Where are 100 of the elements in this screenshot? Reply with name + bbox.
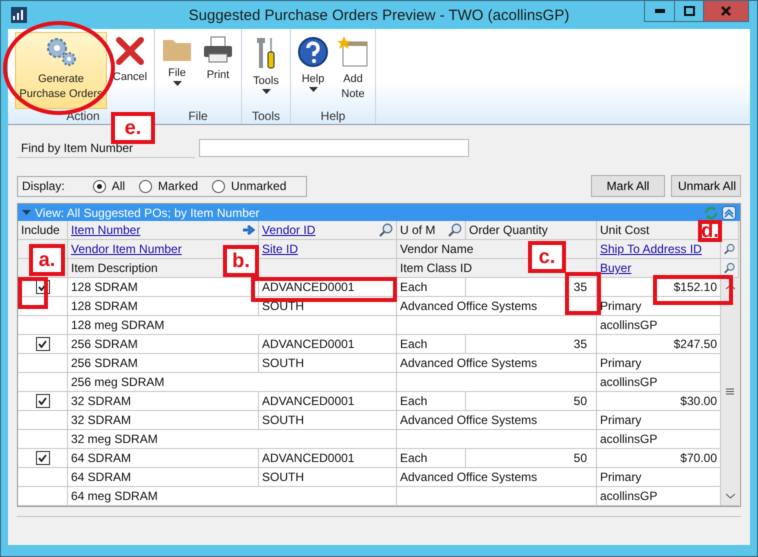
radio-option[interactable]: All	[92, 179, 126, 193]
table-cell: 32 meg SDRAM	[68, 430, 397, 449]
radio-option[interactable]: Unmarked	[212, 179, 286, 193]
group-label: File	[188, 109, 208, 124]
table-cell: 64 SDRAM	[68, 468, 259, 487]
minimize-icon[interactable]	[654, 9, 664, 13]
table-cell: $30.00	[597, 392, 721, 411]
callout-label: a.	[29, 244, 65, 276]
group-label: Help	[320, 109, 346, 124]
table-cell: 64 SDRAM	[68, 449, 259, 468]
table-cell: 32 SDRAM	[68, 411, 259, 430]
group-label: Tools	[252, 109, 280, 124]
column-header-link[interactable]: Site ID	[262, 242, 298, 256]
find-field[interactable]	[199, 139, 469, 157]
include-checkbox[interactable]	[36, 337, 50, 351]
table-cell: acollinsGP	[597, 430, 721, 449]
column-header: Include	[21, 223, 60, 237]
column-header-link[interactable]: Item Number	[71, 223, 140, 237]
table-cell: SOUTH	[259, 468, 397, 487]
table-cell: 128 SDRAM	[68, 297, 259, 316]
column-header-link[interactable]: Vendor Item Number	[71, 242, 182, 256]
checkmark-icon	[38, 454, 47, 462]
window-title: Suggested Purchase Orders Preview - TWO (acollinsGP)	[188, 6, 570, 24]
maximize-icon[interactable]	[684, 6, 694, 16]
printer-icon	[202, 36, 234, 64]
table-cell: 256 meg SDRAM	[68, 373, 397, 392]
close-icon[interactable]	[721, 6, 731, 16]
ribbon-button[interactable]: Print	[198, 32, 238, 109]
ribbon-button[interactable]: Help	[294, 32, 332, 109]
radio-option[interactable]: Marked	[139, 179, 198, 193]
dropdown-caret-icon[interactable]	[22, 210, 31, 215]
column-header: Vendor Name	[400, 242, 474, 256]
column-header: U of M	[400, 223, 436, 237]
callout-label: e.	[111, 112, 155, 144]
table-cell: Advanced Office Systems	[397, 354, 597, 373]
table-cell: 35	[466, 278, 597, 297]
table-cell: 50	[466, 449, 597, 468]
column-header-link[interactable]: Vendor ID	[262, 223, 316, 237]
table-cell: $70.00	[597, 449, 721, 468]
column-header: Order Quantity	[469, 223, 548, 237]
table-cell: ADVANCED0001	[259, 392, 397, 411]
close-button[interactable]	[703, 1, 748, 21]
column-header: Unit Cost	[600, 223, 650, 237]
table-cell: Primary	[597, 411, 721, 430]
magnifier-icon[interactable]	[379, 223, 393, 237]
table-cell: 128 meg SDRAM	[68, 316, 397, 335]
include-checkbox[interactable]	[36, 451, 50, 465]
table-cell: Each	[397, 335, 466, 354]
include-checkbox[interactable]	[36, 394, 50, 408]
table-cell: 256 SDRAM	[68, 354, 259, 373]
table-cell: SOUTH	[259, 354, 397, 373]
mark-button[interactable]: Mark All	[591, 175, 665, 197]
mark-button[interactable]: Unmark All	[671, 175, 741, 197]
table-cell: Primary	[597, 468, 721, 487]
table-cell: 256 SDRAM	[68, 335, 259, 354]
table-cell: 35	[466, 335, 597, 354]
help-icon	[297, 36, 329, 68]
magnifier-icon[interactable]	[724, 261, 735, 275]
scroll-up-icon[interactable]	[726, 284, 734, 290]
column-header-link[interactable]: Buyer	[600, 261, 632, 275]
dropdown-caret-icon	[308, 87, 318, 92]
scroll-down-icon[interactable]	[726, 493, 734, 499]
display-label: Display:	[22, 179, 65, 193]
table-cell: Primary	[597, 354, 721, 373]
ribbon-button[interactable]: File	[158, 32, 196, 109]
column-header-link[interactable]: Ship To Address ID	[600, 242, 702, 256]
table-cell: acollinsGP	[597, 487, 721, 506]
table-cell: Advanced Office Systems	[397, 297, 597, 316]
highlight-frame	[565, 272, 601, 315]
table-cell: Each	[397, 449, 466, 468]
app-icon	[11, 7, 27, 23]
ribbon-button[interactable]: Cancel	[109, 32, 151, 109]
checkmark-icon	[38, 340, 47, 348]
table-cell: $247.50	[597, 335, 721, 354]
gears-icon	[44, 36, 78, 68]
magnifier-icon[interactable]	[448, 223, 462, 237]
column-header: Item Description	[71, 261, 158, 275]
scrollbar[interactable]	[721, 278, 739, 506]
table-cell: 32 SDRAM	[68, 392, 259, 411]
checkmark-icon	[38, 397, 47, 405]
table-cell: Each	[397, 278, 466, 297]
scroll-grip-icon[interactable]	[726, 388, 734, 395]
dropdown-caret-icon	[262, 89, 270, 94]
dropdown-caret-icon	[172, 81, 182, 86]
arrow-icon[interactable]	[243, 225, 255, 235]
group-label: Action	[66, 109, 100, 124]
callout-label: b.	[223, 245, 259, 277]
note-icon	[337, 36, 369, 68]
close-icon	[115, 36, 145, 66]
column-header: Item Class ID	[400, 261, 472, 275]
table-cell: ADVANCED0001	[259, 449, 397, 468]
callout-label: c.	[528, 241, 566, 273]
collapse-icon[interactable]	[722, 206, 736, 220]
table-cell: 50	[466, 392, 597, 411]
table-cell: 64 meg SDRAM	[68, 487, 397, 506]
table-cell: acollinsGP	[597, 373, 721, 392]
magnifier-icon[interactable]	[724, 242, 735, 256]
table-cell: ADVANCED0001	[259, 335, 397, 354]
ribbon-button[interactable]: Tools	[245, 32, 287, 109]
ribbon-button[interactable]: Add Note	[334, 32, 372, 109]
